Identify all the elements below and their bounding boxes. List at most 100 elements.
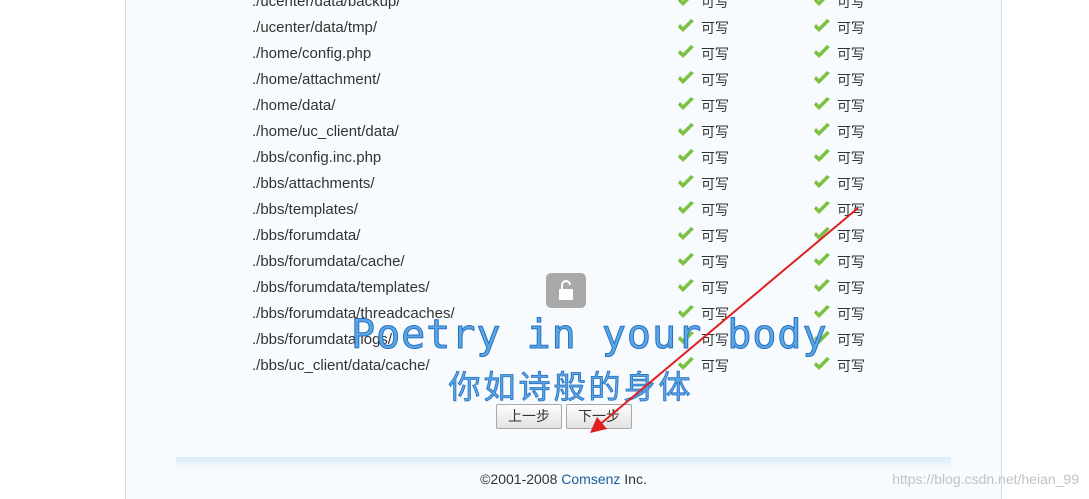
check-icon (813, 95, 831, 111)
status-label: 可写 (701, 202, 729, 218)
check-icon (813, 17, 831, 33)
status-label: 可写 (837, 150, 865, 166)
check-icon (813, 251, 831, 267)
directory-row: ./home/uc_client/data/可写 可写 (126, 119, 1001, 145)
current-status: 可写 (677, 119, 729, 145)
current-status: 可写 (677, 197, 729, 223)
directory-row: ./home/config.php 可写 可写 (126, 41, 1001, 67)
status-label: 可写 (837, 0, 865, 10)
check-icon (677, 95, 695, 111)
status-label: 可写 (701, 72, 729, 88)
check-icon (813, 173, 831, 189)
check-icon (813, 121, 831, 137)
directory-path: ./bbs/attachments/ (252, 175, 375, 192)
current-status: 可写 (677, 171, 729, 197)
check-icon (813, 147, 831, 163)
check-icon (677, 121, 695, 137)
directory-row: ./ucenter/data/tmp/可写 可写 (126, 15, 1001, 41)
check-icon (677, 69, 695, 85)
status-label: 可写 (701, 254, 729, 270)
current-status: 可写 (677, 15, 729, 41)
required-status: 可写 (813, 93, 865, 119)
required-status: 可写 (813, 171, 865, 197)
current-status: 可写 (677, 67, 729, 93)
status-label: 可写 (701, 280, 729, 296)
status-label: 可写 (837, 332, 865, 348)
footer-divider (176, 457, 951, 469)
copyright-text: ©2001-2008 (480, 471, 562, 487)
directory-path: ./ucenter/data/tmp/ (252, 19, 378, 36)
check-icon (677, 251, 695, 267)
install-panel: ./ucenter/data/backup/可写 可写 ./ucenter/data… (125, 0, 1002, 499)
required-status: 可写 (813, 0, 865, 15)
overlay-text-english: Poetry in your body (351, 312, 828, 359)
directory-row: ./bbs/forumdata/cache/可写 可写 (126, 249, 1001, 275)
required-status: 可写 (813, 145, 865, 171)
status-label: 可写 (701, 150, 729, 166)
directory-row: ./bbs/forumdata/可写 可写 (126, 223, 1001, 249)
status-label: 可写 (701, 228, 729, 244)
status-label: 可写 (837, 358, 865, 374)
directory-row: ./bbs/config.inc.php 可写 可写 (126, 145, 1001, 171)
status-label: 可写 (837, 228, 865, 244)
directory-path: ./bbs/forumdata/cache/ (252, 253, 405, 270)
required-status: 可写 (813, 223, 865, 249)
status-label: 可写 (837, 306, 865, 322)
directory-row: ./home/data/可写 可写 (126, 93, 1001, 119)
current-status: 可写 (677, 93, 729, 119)
status-label: 可写 (837, 280, 865, 296)
check-icon (813, 277, 831, 293)
check-icon (813, 0, 831, 7)
status-label: 可写 (837, 176, 865, 192)
required-status: 可写 (813, 41, 865, 67)
check-icon (677, 17, 695, 33)
directory-row: ./home/attachment/可写 可写 (126, 67, 1001, 93)
directory-path: ./bbs/templates/ (252, 201, 358, 218)
check-icon (813, 43, 831, 59)
required-status: 可写 (813, 197, 865, 223)
directory-path: ./bbs/forumdata/templates/ (252, 279, 430, 296)
status-label: 可写 (701, 358, 729, 374)
current-status: 可写 (677, 223, 729, 249)
current-status: 可写 (677, 275, 729, 301)
directory-path: ./bbs/forumdata/ (252, 227, 361, 244)
status-label: 可写 (701, 176, 729, 192)
current-status: 可写 (677, 0, 729, 15)
required-status: 可写 (813, 249, 865, 275)
required-status: 可写 (813, 67, 865, 93)
directory-row: ./bbs/templates/可写 可写 (126, 197, 1001, 223)
status-label: 可写 (701, 124, 729, 140)
status-label: 可写 (837, 72, 865, 88)
current-status: 可写 (677, 145, 729, 171)
overlay-text-chinese: 你如诗般的身体 (448, 368, 694, 407)
current-status: 可写 (677, 249, 729, 275)
unlock-icon[interactable] (546, 273, 586, 308)
check-icon (677, 225, 695, 241)
check-icon (813, 199, 831, 215)
directory-path: ./home/data/ (252, 97, 336, 114)
directory-path: ./home/attachment/ (252, 71, 381, 88)
directory-row: ./ucenter/data/backup/可写 可写 (126, 0, 1001, 15)
status-label: 可写 (701, 98, 729, 114)
status-label: 可写 (837, 46, 865, 62)
check-icon (677, 277, 695, 293)
required-status: 可写 (813, 119, 865, 145)
directory-path: ./ucenter/data/backup/ (252, 0, 401, 10)
check-icon (813, 225, 831, 241)
check-icon (813, 69, 831, 85)
prev-step-button[interactable]: 上一步 (496, 404, 562, 429)
current-status: 可写 (677, 41, 729, 67)
status-label: 可写 (837, 202, 865, 218)
company-link[interactable]: Comsenz (561, 471, 620, 487)
required-status: 可写 (813, 15, 865, 41)
footer: ©2001-2008 Comsenz Inc. (126, 471, 1001, 487)
status-label: 可写 (701, 20, 729, 36)
next-step-button[interactable]: 下一步 (566, 404, 632, 429)
status-label: 可写 (837, 254, 865, 270)
directory-path: ./home/config.php (252, 45, 372, 62)
check-icon (677, 147, 695, 163)
status-label: 可写 (701, 0, 729, 10)
status-label: 可写 (837, 124, 865, 140)
directory-row: ./bbs/attachments/可写 可写 (126, 171, 1001, 197)
status-label: 可写 (701, 46, 729, 62)
